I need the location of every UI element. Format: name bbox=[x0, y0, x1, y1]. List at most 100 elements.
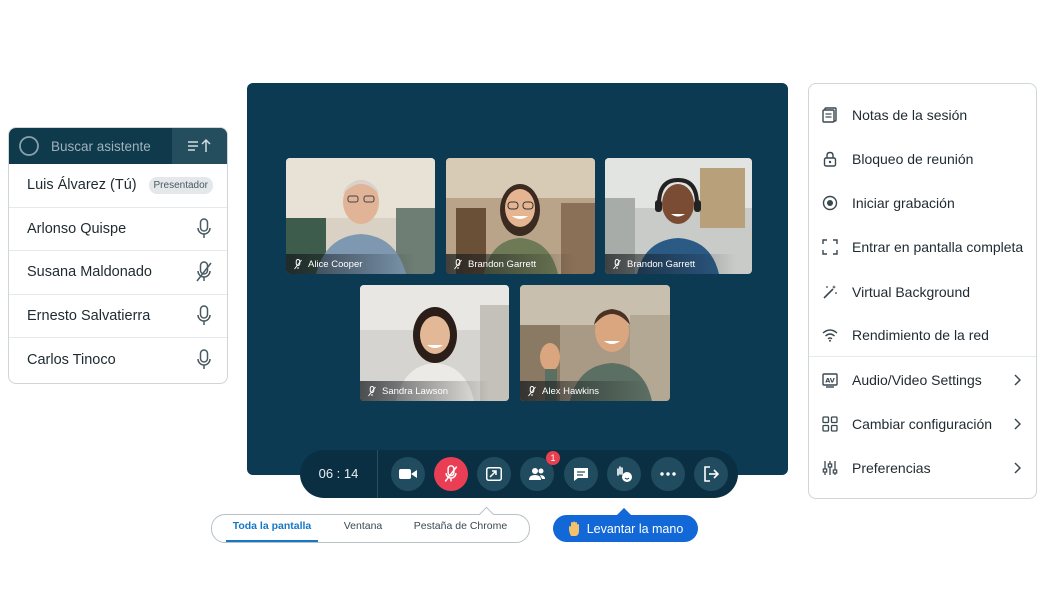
menu-divider bbox=[809, 356, 1036, 357]
attendee-name: Arlonso Quispe bbox=[27, 220, 127, 237]
video-tile[interactable]: Brandon Garrett bbox=[446, 158, 595, 274]
tile-label: Alex Hawkins bbox=[520, 381, 650, 401]
menu-item-change-settings[interactable]: Cambiar configuración bbox=[809, 406, 1036, 442]
participant-name: Brandon Garrett bbox=[468, 258, 537, 270]
share-options: Toda la pantalla Ventana Pestaña de Chro… bbox=[211, 514, 530, 543]
microphone-muted-icon bbox=[528, 385, 536, 396]
share-screen-button[interactable] bbox=[477, 457, 511, 491]
camera-button[interactable] bbox=[391, 457, 425, 491]
attendee-panel: Buscar asistente Luis Álvarez (Tú) Prese… bbox=[8, 127, 228, 384]
lock-icon bbox=[821, 150, 839, 168]
menu-item-preferences[interactable]: Preferencias bbox=[809, 450, 1036, 486]
attendee-row[interactable]: Ernesto Salvatierra bbox=[9, 295, 227, 338]
tile-label: Brandon Garrett bbox=[605, 254, 735, 274]
microphone-icon[interactable] bbox=[195, 305, 213, 327]
microphone-muted-icon bbox=[444, 465, 458, 482]
menu-item-label: Rendimiento de la red bbox=[852, 327, 989, 343]
sort-icon bbox=[187, 138, 211, 152]
share-screen-icon bbox=[486, 467, 502, 481]
control-bar: 06 : 14 1 bbox=[300, 450, 738, 498]
chevron-right-icon bbox=[1010, 373, 1024, 387]
participant-name: Alice Cooper bbox=[308, 258, 363, 270]
raise-hand-button[interactable]: Levantar la mano bbox=[553, 515, 698, 542]
attendee-name: Carlos Tinoco bbox=[27, 351, 116, 368]
video-tile[interactable]: Brandon Garrett bbox=[605, 158, 752, 274]
participant-name: Sandra Lawson bbox=[382, 385, 449, 397]
microphone-muted-icon[interactable] bbox=[195, 261, 213, 283]
participants-count-badge: 1 bbox=[546, 451, 560, 465]
more-icon bbox=[660, 472, 676, 476]
hand-smile-icon bbox=[617, 466, 632, 482]
tile-label: Sandra Lawson bbox=[360, 381, 490, 401]
menu-item-label: Audio/Video Settings bbox=[852, 372, 982, 388]
menu-item-start-recording[interactable]: Iniciar grabación bbox=[809, 185, 1036, 221]
menu-item-label: Iniciar grabación bbox=[852, 195, 955, 211]
wifi-icon bbox=[821, 326, 839, 344]
sort-button[interactable] bbox=[172, 128, 227, 164]
share-option-chrome-tab[interactable]: Pestaña de Chrome bbox=[408, 515, 513, 542]
leave-button[interactable] bbox=[694, 457, 728, 491]
microphone-muted-icon bbox=[613, 258, 621, 269]
menu-item-label: Cambiar configuración bbox=[852, 416, 993, 432]
microphone-muted-icon bbox=[454, 258, 462, 269]
options-menu: Notas de la sesión Bloqueo de reunión In… bbox=[808, 83, 1037, 499]
video-stage: Alice Cooper Brandon Garrett Brandon Gar… bbox=[247, 83, 788, 475]
search-icon bbox=[17, 134, 41, 158]
share-option-window[interactable]: Ventana bbox=[334, 515, 392, 542]
reactions-button[interactable] bbox=[607, 457, 641, 491]
tile-label: Brandon Garrett bbox=[446, 254, 576, 274]
menu-item-label: Bloqueo de reunión bbox=[852, 151, 974, 167]
attendee-name: Susana Maldonado bbox=[27, 264, 152, 281]
meeting-timer: 06 : 14 bbox=[300, 450, 378, 498]
microphone-icon[interactable] bbox=[195, 349, 213, 371]
participants-button[interactable]: 1 bbox=[520, 451, 560, 491]
magic-wand-icon bbox=[821, 283, 839, 301]
sliders-icon bbox=[821, 459, 839, 477]
attendee-row[interactable]: Arlonso Quispe bbox=[9, 208, 227, 251]
grid-icon bbox=[821, 415, 839, 433]
mute-button[interactable] bbox=[434, 457, 468, 491]
menu-item-label: Virtual Background bbox=[852, 284, 971, 300]
presenter-badge: Presentador bbox=[148, 176, 213, 194]
exit-icon bbox=[704, 466, 719, 482]
av-icon: AV bbox=[821, 371, 839, 389]
notes-icon bbox=[821, 106, 839, 124]
attendee-name: Ernesto Salvatierra bbox=[27, 307, 151, 324]
chat-icon bbox=[574, 467, 588, 481]
menu-item-audio-video-settings[interactable]: AV Audio/Video Settings bbox=[809, 362, 1036, 398]
attendee-row[interactable]: Susana Maldonado bbox=[9, 251, 227, 295]
chat-button[interactable] bbox=[564, 457, 598, 491]
menu-item-session-notes[interactable]: Notas de la sesión bbox=[809, 97, 1036, 133]
share-option-entire-screen[interactable]: Toda la pantalla bbox=[226, 515, 318, 542]
video-tile[interactable]: Sandra Lawson bbox=[360, 285, 509, 401]
fullscreen-icon bbox=[821, 238, 839, 256]
video-camera-icon bbox=[399, 469, 417, 479]
menu-item-label: Preferencias bbox=[852, 460, 931, 476]
attendee-row[interactable]: Carlos Tinoco bbox=[9, 338, 227, 382]
svg-text:AV: AV bbox=[825, 377, 835, 385]
menu-item-fullscreen[interactable]: Entrar en pantalla completa bbox=[809, 229, 1036, 265]
menu-item-label: Notas de la sesión bbox=[852, 107, 968, 123]
video-tile[interactable]: Alex Hawkins bbox=[520, 285, 670, 401]
video-tile[interactable]: Alice Cooper bbox=[286, 158, 435, 274]
raised-hand-icon bbox=[568, 521, 579, 536]
attendee-search-input[interactable]: Buscar asistente bbox=[51, 139, 172, 154]
participant-name: Alex Hawkins bbox=[542, 385, 600, 397]
tile-label: Alice Cooper bbox=[286, 254, 416, 274]
microphone-icon[interactable] bbox=[195, 218, 213, 240]
attendee-search-bar[interactable]: Buscar asistente bbox=[9, 128, 227, 164]
menu-item-meeting-lock[interactable]: Bloqueo de reunión bbox=[809, 141, 1036, 177]
microphone-muted-icon bbox=[368, 385, 376, 396]
raise-hand-label: Levantar la mano bbox=[586, 521, 684, 536]
attendee-row[interactable]: Luis Álvarez (Tú) Presentador bbox=[9, 164, 227, 208]
more-options-button[interactable] bbox=[651, 457, 685, 491]
menu-item-virtual-background[interactable]: Virtual Background bbox=[809, 274, 1036, 310]
menu-item-network-performance[interactable]: Rendimiento de la red bbox=[809, 317, 1036, 353]
menu-item-label: Entrar en pantalla completa bbox=[852, 239, 1024, 255]
record-icon bbox=[821, 194, 839, 212]
microphone-muted-icon bbox=[294, 258, 302, 269]
chevron-right-icon bbox=[1010, 417, 1024, 431]
chevron-right-icon bbox=[1010, 461, 1024, 475]
participant-name: Brandon Garrett bbox=[627, 258, 696, 270]
participants-icon bbox=[529, 468, 545, 480]
